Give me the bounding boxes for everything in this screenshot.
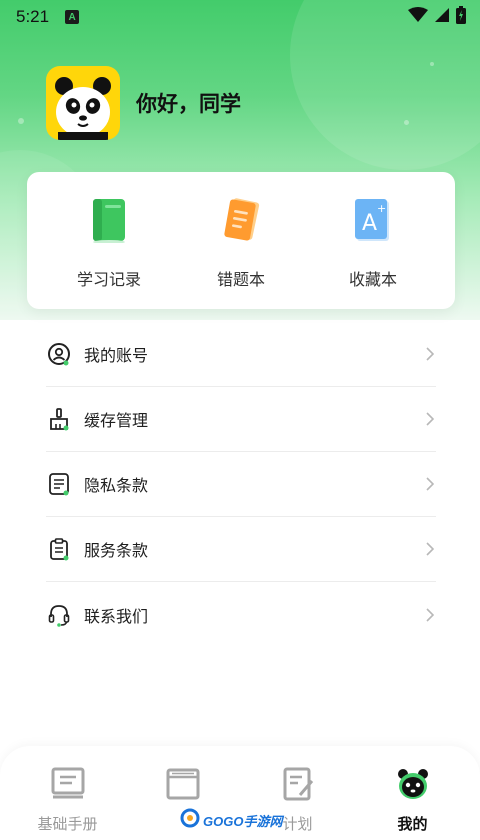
nav-label: 基础手册 — [37, 815, 98, 833]
quick-action-label: 收藏本 — [348, 270, 397, 289]
watermark: GOGO手游网 — [180, 808, 282, 832]
headset-icon — [46, 602, 72, 628]
book-icon — [163, 764, 203, 804]
menu-item-contact-us[interactable]: 联系我们 — [46, 582, 436, 647]
nav-tab-mine[interactable]: 我的 — [363, 764, 463, 840]
menu-item-label: 隐私条款 — [84, 476, 149, 495]
greeting-text: 你好，同学 — [136, 92, 241, 116]
chevron-right-icon — [424, 476, 436, 492]
chevron-right-icon — [424, 607, 436, 623]
account-icon — [46, 341, 72, 367]
menu-item-label: 缓存管理 — [84, 411, 149, 430]
menu-item-privacy-policy[interactable]: 隐私条款 — [46, 452, 436, 517]
svg-text:+: + — [377, 202, 386, 215]
quick-action-label: 错题本 — [216, 270, 265, 289]
nav-label: 我的 — [397, 815, 428, 833]
menu-item-cache-management[interactable]: 缓存管理 — [46, 387, 436, 452]
quick-action-wrong-questions[interactable]: 错题本 — [186, 194, 296, 290]
manual-icon — [48, 764, 88, 804]
menu-item-terms-of-service[interactable]: 服务条款 — [46, 517, 436, 582]
notification-icon: A — [65, 10, 80, 24]
battery-icon — [456, 6, 466, 28]
plan-icon — [278, 764, 318, 804]
chevron-right-icon — [424, 541, 436, 557]
menu-item-label: 服务条款 — [84, 541, 149, 560]
status-bar: 5:21 A — [0, 0, 480, 34]
svg-text:A: A — [362, 211, 377, 236]
status-time: 5:21 — [16, 7, 50, 26]
chevron-right-icon — [424, 346, 436, 362]
quick-action-study-record[interactable]: 学习记录 — [54, 194, 164, 290]
clipboard-icon — [46, 536, 72, 562]
chevron-right-icon — [424, 411, 436, 427]
nav-tab-manual[interactable]: 基础手册 — [18, 764, 118, 840]
panda-icon — [393, 764, 433, 804]
orange-notebook-icon — [217, 194, 265, 246]
watermark-logo-icon — [180, 808, 200, 832]
watermark-text: GOGO手游网 — [203, 813, 283, 829]
green-book-icon — [85, 194, 133, 246]
wifi-icon — [408, 7, 428, 27]
profile-header: 你好，同学 — [46, 66, 241, 140]
menu-item-label: 我的账号 — [84, 346, 149, 365]
signal-icon — [434, 7, 450, 27]
quick-action-label: 学习记录 — [76, 270, 141, 289]
menu-item-my-account[interactable]: 我的账号 — [46, 322, 436, 387]
menu-item-label: 联系我们 — [84, 606, 149, 626]
document-icon — [46, 471, 72, 497]
settings-menu: 我的账号 缓存管理 隐私条款 服务条款 联系我们 — [46, 322, 436, 647]
blue-favorite-icon: A + — [349, 194, 397, 246]
broom-icon — [46, 406, 72, 432]
quick-action-favorites[interactable]: A + 收藏本 — [318, 194, 428, 290]
nav-label: 计划 — [282, 815, 313, 833]
panda-avatar[interactable] — [46, 66, 120, 140]
quick-actions-card: 学习记录 错题本 A + 收藏本 — [27, 172, 455, 309]
